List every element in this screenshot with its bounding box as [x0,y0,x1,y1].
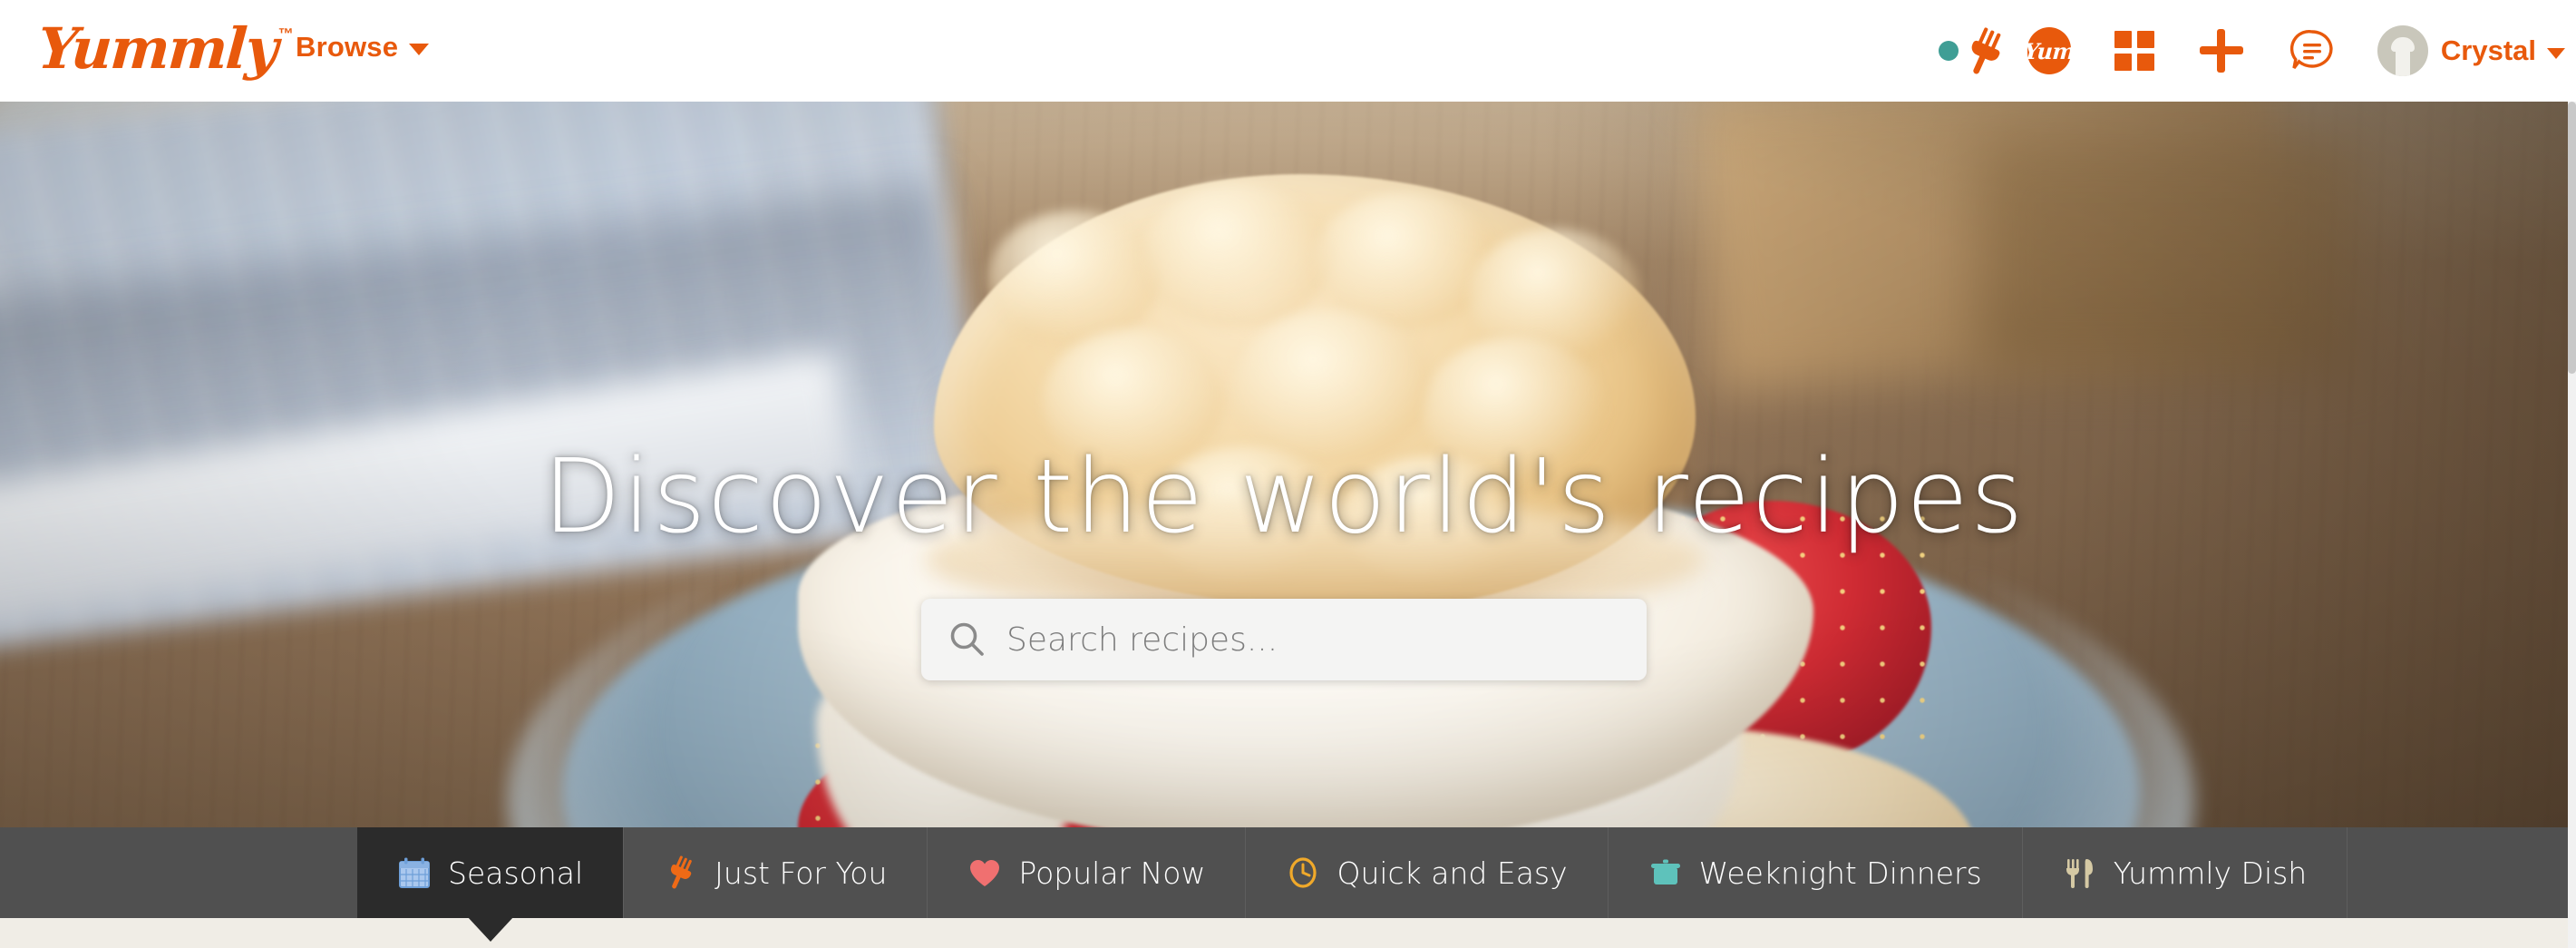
yum-badge-label: Yum [2022,37,2076,64]
search-input[interactable] [1006,621,1647,659]
logo-trademark: ™ [277,25,294,43]
logo-wordmark: Yummly [35,15,279,82]
tab-weeknight-dinners[interactable]: Weeknight Dinners [1609,827,2023,918]
search-box[interactable] [921,599,1647,680]
fork-icon[interactable] [1964,0,2006,102]
grid-cell [2136,54,2154,71]
scrollbar-thumb[interactable] [2568,102,2576,374]
fork-icon [671,855,692,889]
yummly-logo[interactable]: Yummly ™ [35,15,293,83]
user-name: Crystal [2440,34,2536,66]
page-content-area [0,918,2576,948]
tab-label: Quick and Easy [1337,855,1568,891]
category-tabbar: Seasonal Just For You Popular Now Quick … [0,827,2568,942]
hero-banner: Discover the world's recipes Yum 107 COU… [0,102,2568,827]
fork-glyph [1971,27,2001,74]
site-header: Yummly ™ Browse Yum Crystal [0,0,2576,102]
tab-yummly-dish[interactable]: Yummly Dish [2023,827,2348,918]
plus-icon[interactable] [2199,29,2243,73]
yum-icon[interactable]: Yum [2023,27,2075,74]
tab-quick-and-easy[interactable]: Quick and Easy [1246,827,1609,918]
clock-icon [1289,857,1317,888]
browse-menu[interactable]: Browse [296,31,430,64]
tab-popular-now[interactable]: Popular Now [928,827,1247,918]
avatar [2377,25,2428,76]
grid-cell [2114,54,2132,71]
tab-label: Seasonal [448,855,584,891]
tab-label: Weeknight Dinners [1698,855,1982,891]
tab-label: Just For You [714,855,888,891]
plus-bar-vertical [2216,29,2225,73]
browse-label: Browse [296,31,399,63]
heart-icon [970,860,1000,886]
tab-label: Yummly Dish [2113,855,2308,891]
tab-label: Popular Now [1018,855,1206,891]
vertical-scrollbar[interactable] [2568,102,2576,948]
active-tab-pointer [466,916,514,942]
user-menu[interactable]: Crystal [2357,0,2569,102]
grid-icon[interactable] [2114,31,2154,71]
search-icon [950,622,984,656]
notification-dot-icon[interactable] [1938,0,1964,102]
status-dot [1938,41,1959,61]
chat-icon[interactable] [2267,0,2357,102]
fork-knife-icon [2066,859,2093,888]
calendar-icon [399,857,430,888]
tabbar-left-spacer [0,827,357,918]
pot-icon [1650,859,1680,884]
speech-bubble-glyph [2289,30,2333,70]
header-nav: Yum Crystal [1938,0,2569,102]
avatar-body [2395,50,2410,76]
page-title: Discover the world's recipes [542,438,2026,556]
grid-cell [2136,31,2154,48]
grid-cell [2114,31,2132,48]
tab-seasonal[interactable]: Seasonal [357,827,625,942]
tabbar-right-fill [2348,827,2568,918]
chevron-down-icon [2547,47,2565,59]
tab-just-for-you[interactable]: Just For You [624,827,928,918]
chevron-down-icon [409,43,430,55]
yummly-homepage: Yummly ™ Browse Yum Crystal Discover the… [0,0,2576,948]
